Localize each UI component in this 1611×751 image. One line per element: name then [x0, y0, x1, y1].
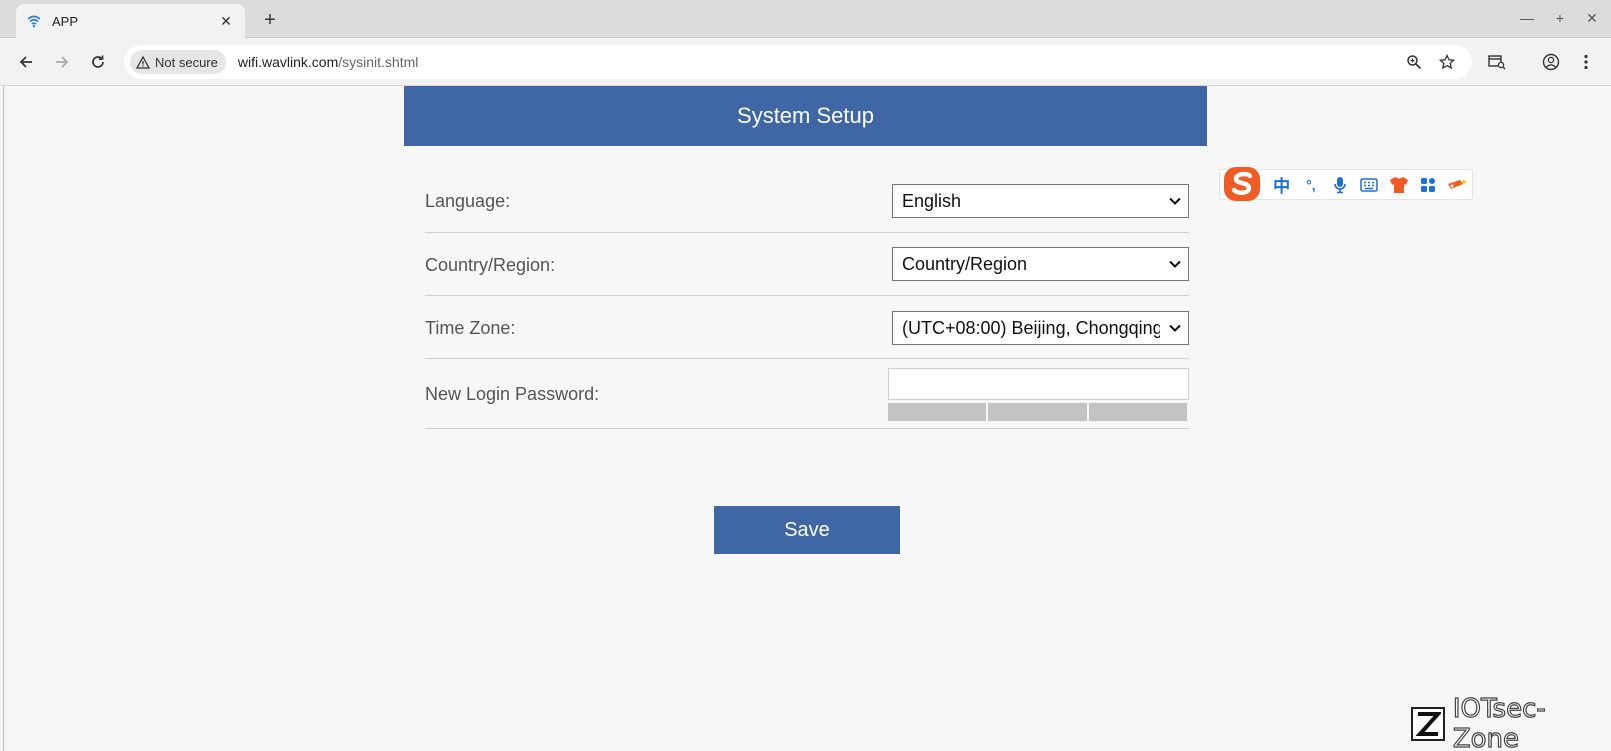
skin-icon[interactable] [1384, 172, 1413, 198]
new-tab-button[interactable]: + [258, 8, 282, 32]
password-strength-meter [888, 403, 1189, 421]
watermark-text: IOTsec-Zone [1452, 693, 1546, 751]
tab-title: APP [52, 13, 79, 29]
warning-icon [136, 55, 150, 69]
browser-tab[interactable]: APP ✕ [16, 4, 245, 38]
language-select[interactable]: English [892, 184, 1189, 218]
save-button[interactable]: Save [714, 506, 900, 554]
page-title: System Setup [737, 103, 874, 128]
chevron-down-icon [1169, 197, 1181, 205]
reload-icon[interactable] [85, 49, 111, 75]
url-path: /sysinit.shtml [338, 54, 419, 70]
ime-punctuation[interactable]: °, [1296, 172, 1325, 198]
keyboard-icon[interactable] [1355, 172, 1384, 198]
tab-search-icon[interactable] [1486, 51, 1508, 73]
timezone-label: Time Zone: [425, 318, 516, 338]
page-header: System Setup [404, 86, 1207, 146]
timezone-select[interactable]: (UTC+08:00) Beijing, Chongqing, Hong Kon… [892, 311, 1189, 345]
watermark-logo [1411, 707, 1445, 741]
language-label: Language: [425, 191, 511, 211]
timezone-row: Time Zone: (UTC+08:00) Beijing, Chongqin… [425, 296, 1189, 359]
password-row: New Login Password: [425, 359, 1189, 429]
country-select[interactable]: Country/Region [892, 247, 1189, 281]
window-minimize-button[interactable]: — [1515, 8, 1539, 28]
chevron-down-icon [1169, 324, 1181, 332]
url-host: wifi.wavlink.com [237, 54, 339, 70]
ime-chinese-mode[interactable]: 中 [1267, 172, 1296, 198]
country-value: Country/Region [902, 253, 1028, 274]
address-bar[interactable]: Not secure wifi.wavlink.com/sysinit.shtm… [124, 45, 1472, 79]
url-text: wifi.wavlink.com/sysinit.shtml [238, 54, 418, 70]
back-icon[interactable] [13, 49, 39, 75]
browser-tab-bar: APP ✕ + — + ✕ [0, 0, 1611, 38]
country-row: Country/Region: Country/Region [425, 233, 1189, 296]
bookmark-star-icon[interactable] [1437, 52, 1457, 72]
tab-close-icon[interactable]: ✕ [217, 12, 235, 30]
timezone-value: (UTC+08:00) Beijing, Chongqing, Hong Kon… [902, 317, 1160, 338]
window-maximize-button[interactable]: + [1548, 8, 1572, 28]
apps-icon[interactable] [1413, 172, 1442, 198]
language-row: Language: English [425, 182, 1189, 233]
password-label: New Login Password: [425, 384, 600, 404]
country-label: Country/Region: [425, 255, 556, 275]
profile-icon[interactable] [1540, 51, 1562, 73]
not-secure-label: Not secure [155, 54, 218, 70]
menu-icon[interactable] [1575, 51, 1597, 73]
zoom-icon[interactable] [1404, 52, 1424, 72]
strength-segment-medium [988, 403, 1087, 421]
tools-icon[interactable] [1443, 172, 1472, 198]
language-value: English [902, 190, 962, 211]
sogou-logo-icon[interactable] [1222, 164, 1264, 204]
watermark: IOTsec-Zone [1411, 693, 1611, 751]
strength-segment-weak [888, 403, 986, 421]
forward-icon[interactable] [49, 49, 75, 75]
ime-toolbar: 中 °, [1219, 167, 1473, 201]
window-close-button[interactable]: ✕ [1580, 8, 1604, 28]
browser-toolbar: Not secure wifi.wavlink.com/sysinit.shtm… [0, 38, 1611, 86]
wifi-icon [26, 13, 42, 29]
password-input[interactable] [888, 368, 1189, 400]
not-secure-badge[interactable]: Not secure [130, 50, 226, 74]
strength-segment-strong [1089, 403, 1187, 421]
mic-icon[interactable] [1326, 172, 1355, 198]
chevron-down-icon [1169, 260, 1181, 268]
